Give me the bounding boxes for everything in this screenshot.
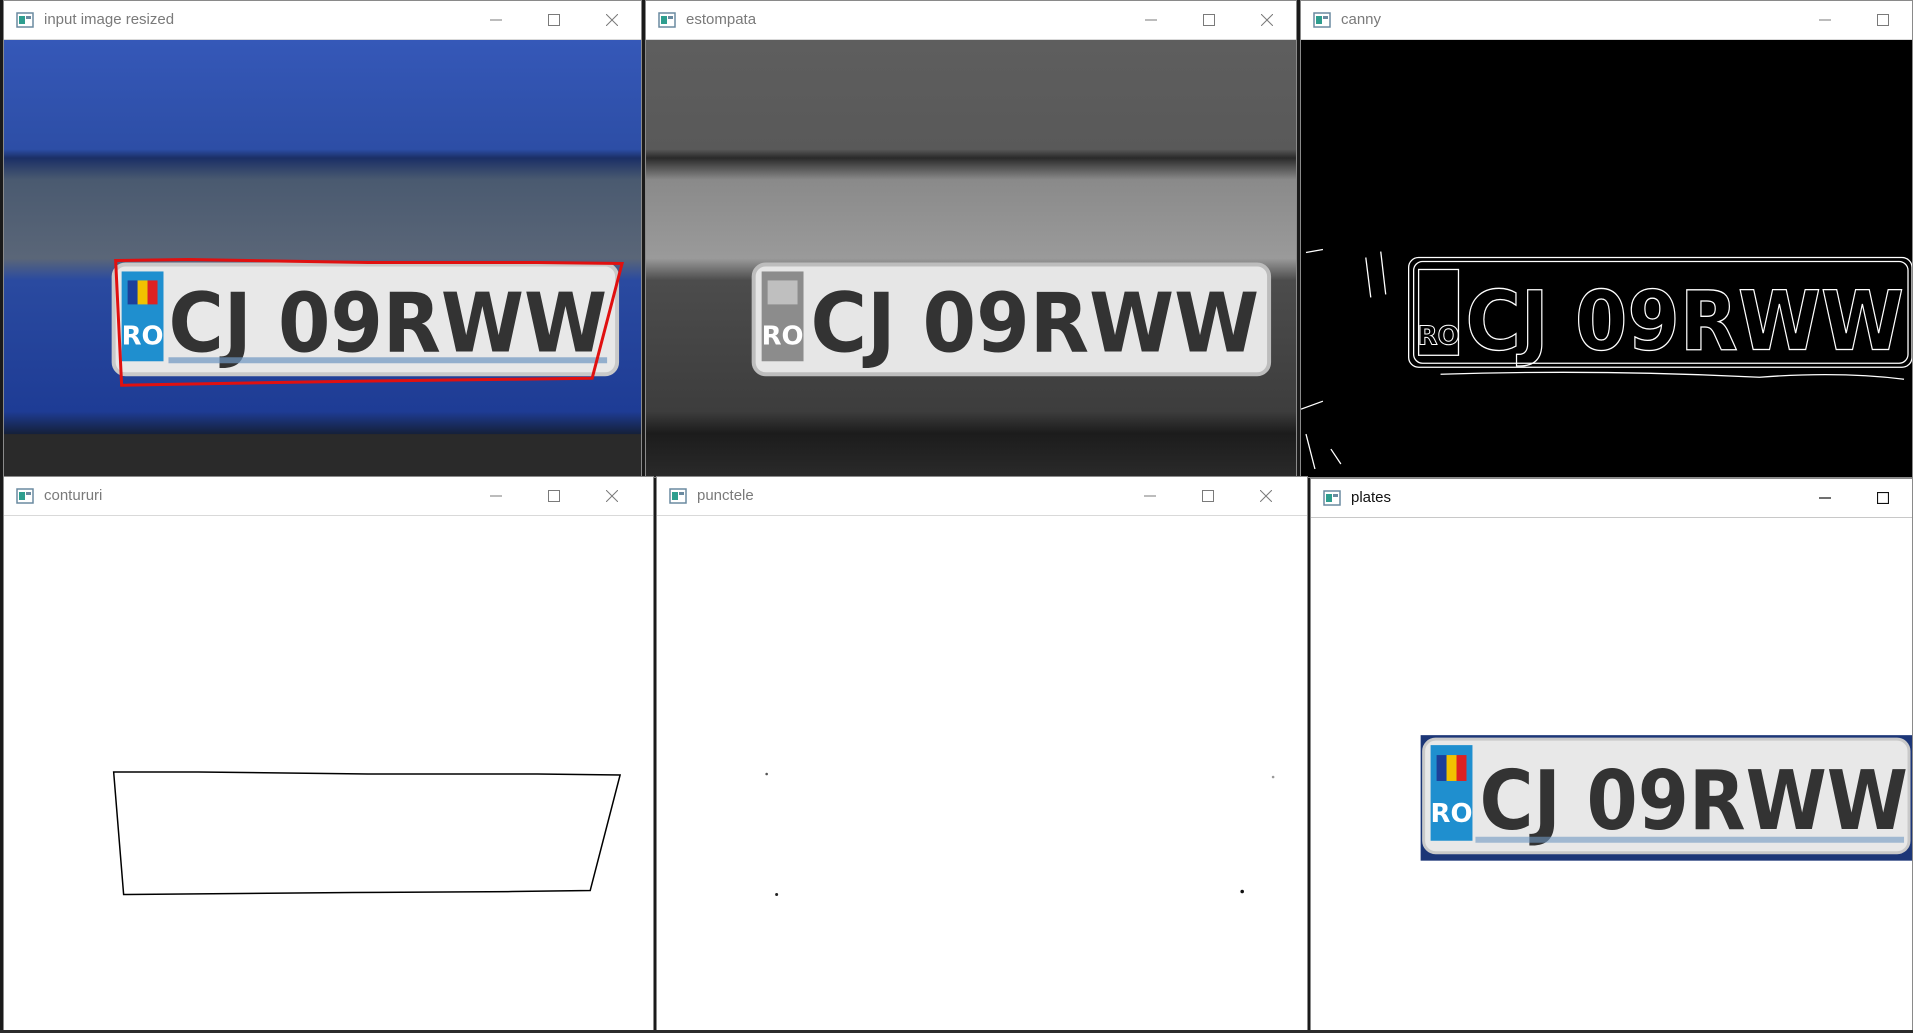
- minimize-button[interactable]: [1796, 479, 1854, 517]
- corner-point: [1271, 775, 1275, 779]
- title-bar[interactable]: contururi: [4, 477, 653, 516]
- close-icon: [1261, 14, 1273, 26]
- window-title: punctele: [697, 487, 754, 504]
- plate-number: CJ 09RWW: [168, 276, 607, 371]
- plate-country-code: RO: [762, 321, 804, 351]
- close-icon: [1260, 490, 1272, 502]
- maximize-icon: [548, 14, 560, 26]
- plate-number: CJ 09RWW: [810, 276, 1259, 371]
- corner-point: [775, 893, 779, 897]
- opencv-window-icon: [669, 488, 687, 504]
- cropped-plate: RO CJ 09RWW: [1420, 735, 1912, 861]
- plate-country-code: RO: [1431, 799, 1473, 829]
- minimize-icon: [1819, 497, 1831, 499]
- close-icon: [606, 14, 618, 26]
- title-bar[interactable]: estompata: [646, 1, 1296, 40]
- window-title: contururi: [44, 487, 103, 504]
- window-canny[interactable]: canny RO CJ 09RWW: [1300, 0, 1913, 478]
- image-canvas: RO CJ 09RWW: [646, 40, 1296, 477]
- minimize-button[interactable]: [1121, 477, 1179, 515]
- plate-country-code: RO: [1418, 321, 1460, 351]
- license-plate: RO CJ 09RWW: [751, 262, 1272, 377]
- plate-country-code: RO: [122, 321, 164, 351]
- image-canvas: RO CJ 09RWW: [1301, 40, 1912, 477]
- maximize-icon: [1877, 14, 1889, 26]
- title-bar[interactable]: punctele: [657, 477, 1307, 516]
- corner-point: [765, 772, 768, 776]
- close-button[interactable]: [1237, 477, 1295, 515]
- window-plates[interactable]: plates RO CJ 09RWW: [1310, 478, 1913, 1033]
- window-title: input image resized: [44, 11, 175, 28]
- close-button[interactable]: [583, 477, 641, 515]
- image-canvas: [4, 516, 653, 1032]
- window-title: plates: [1351, 489, 1392, 506]
- opencv-window-icon: [1313, 12, 1331, 28]
- maximize-button[interactable]: [1854, 1, 1912, 39]
- minimize-icon: [490, 495, 502, 497]
- minimize-icon: [1144, 495, 1156, 497]
- plate-number: CJ 09RWW: [1479, 754, 1908, 849]
- close-button[interactable]: [583, 1, 641, 39]
- maximize-button[interactable]: [1180, 1, 1238, 39]
- maximize-button[interactable]: [1854, 479, 1912, 517]
- maximize-icon: [1202, 490, 1214, 502]
- title-bar[interactable]: plates: [1311, 479, 1912, 518]
- maximize-icon: [1203, 14, 1215, 26]
- image-canvas: [657, 516, 1307, 1032]
- image-canvas: RO CJ 09RWW: [1311, 518, 1912, 1032]
- opencv-window-icon: [658, 12, 676, 28]
- opencv-window-icon: [16, 12, 34, 28]
- license-plate: RO CJ 09RWW: [111, 262, 620, 377]
- minimize-button[interactable]: [1122, 1, 1180, 39]
- minimize-icon: [1819, 19, 1831, 21]
- title-bar[interactable]: input image resized: [4, 1, 641, 40]
- maximize-icon: [548, 490, 560, 502]
- title-bar[interactable]: canny: [1301, 1, 1912, 40]
- opencv-window-icon: [1323, 490, 1341, 506]
- minimize-button[interactable]: [1796, 1, 1854, 39]
- window-title: estompata: [686, 11, 757, 28]
- minimize-icon: [490, 19, 502, 21]
- image-canvas: RO CJ 09RWW: [4, 40, 641, 477]
- opencv-window-icon: [16, 488, 34, 504]
- maximize-button[interactable]: [1179, 477, 1237, 515]
- minimize-button[interactable]: [467, 477, 525, 515]
- window-title: canny: [1341, 11, 1382, 28]
- close-icon: [606, 490, 618, 502]
- window-contururi[interactable]: contururi: [3, 476, 654, 1033]
- minimize-button[interactable]: [467, 1, 525, 39]
- maximize-button[interactable]: [525, 477, 583, 515]
- corner-point: [1240, 889, 1244, 894]
- window-estompata[interactable]: estompata RO CJ 09RWW: [645, 0, 1297, 478]
- minimize-icon: [1145, 19, 1157, 21]
- window-input-image-resized[interactable]: input image resized RO CJ 09RWW: [3, 0, 642, 478]
- maximize-icon: [1877, 492, 1889, 504]
- close-button[interactable]: [1238, 1, 1296, 39]
- plate-number: CJ 09RWW: [1465, 274, 1904, 369]
- window-punctele[interactable]: punctele: [656, 476, 1308, 1033]
- maximize-button[interactable]: [525, 1, 583, 39]
